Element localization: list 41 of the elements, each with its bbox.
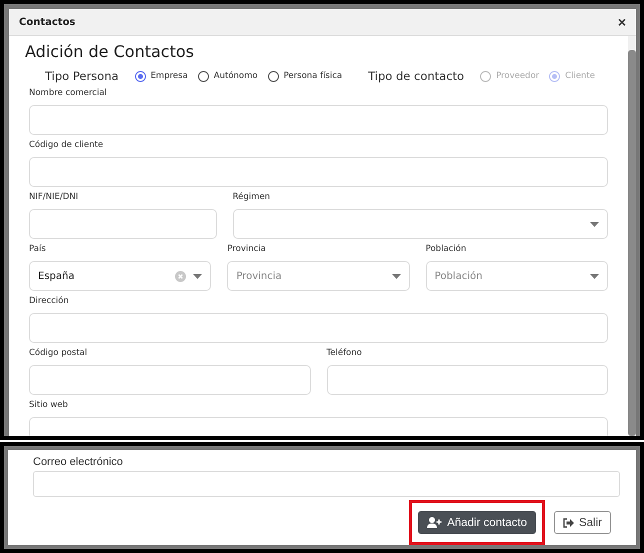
field-label: Código de cliente (29, 139, 104, 151)
select-field[interactable]: España (29, 261, 212, 291)
field-label: País (29, 243, 47, 255)
input-field[interactable] (29, 157, 608, 187)
caret-icon (193, 274, 202, 278)
select-field[interactable] (232, 209, 608, 239)
select-field[interactable]: Población (426, 261, 608, 291)
clear-icon[interactable] (175, 270, 186, 282)
radio-option[interactable]: Persona física (268, 70, 342, 82)
field-label: Correo electrónico (33, 456, 124, 468)
caret-icon (392, 274, 401, 278)
field-label: Dirección (29, 295, 70, 307)
dialog-title: Contactos (19, 16, 76, 28)
field-label: Provincia (227, 243, 267, 255)
input-field[interactable] (29, 105, 608, 135)
input-field[interactable] (29, 313, 608, 343)
add-contact-button[interactable]: Añadir contacto (418, 511, 536, 534)
field-label: NIF/NIE/DNI (29, 191, 80, 203)
caret-icon (590, 222, 599, 226)
form-heading: Adición de Contactos (25, 42, 195, 61)
exit-button[interactable]: Salir (554, 511, 611, 534)
input-field[interactable] (29, 365, 310, 395)
field-label: Nombre comercial (29, 87, 108, 99)
user-plus-icon (427, 517, 442, 528)
select-field[interactable]: Provincia (227, 261, 410, 291)
input-field[interactable] (29, 209, 217, 239)
field-label: Código postal (29, 347, 88, 359)
sign-out-icon (562, 518, 574, 528)
close-button[interactable]: × (618, 15, 626, 29)
scrollbar[interactable] (628, 36, 636, 436)
input-field[interactable] (33, 471, 620, 497)
input-field[interactable] (326, 365, 608, 395)
field-label: Población (426, 243, 468, 255)
radio-group-label: Tipo de contacto (368, 69, 464, 83)
radio-option[interactable]: Empresa (134, 70, 188, 82)
radio-option[interactable]: Autónomo (198, 70, 258, 82)
field-label: Régimen (232, 191, 272, 203)
field-label: Teléfono (326, 347, 363, 359)
field-label: Sitio web (29, 399, 69, 411)
radio-group-label: Tipo Persona (45, 69, 119, 83)
caret-icon (590, 274, 599, 278)
